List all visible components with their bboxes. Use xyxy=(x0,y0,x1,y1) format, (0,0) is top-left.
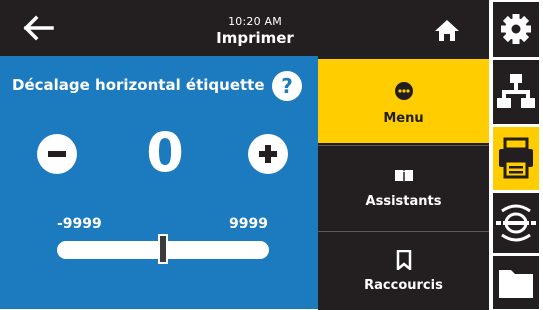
arrow-left-icon xyxy=(23,15,54,41)
printer-icon xyxy=(499,137,533,179)
gear-icon xyxy=(501,14,531,44)
plus-icon xyxy=(259,145,277,163)
network-icon xyxy=(497,74,535,108)
minus-icon xyxy=(48,151,66,157)
home-icon xyxy=(435,20,459,41)
sidebar-item-settings[interactable] xyxy=(493,2,539,57)
home-button[interactable] xyxy=(432,17,462,43)
parameter-title: Décalage horizontal étiquette xyxy=(12,76,265,94)
sidebar-item-network[interactable] xyxy=(493,60,539,124)
value-slider[interactable] xyxy=(57,234,269,264)
page-title: Imprimer xyxy=(216,29,294,47)
sidebar-item-rfid[interactable] xyxy=(493,193,539,253)
rfid-icon xyxy=(496,204,536,242)
clock-time: 10:20 AM xyxy=(228,15,282,28)
parameter-panel: Décalage horizontal étiquette ? 0 -9999 … xyxy=(0,56,318,309)
slider-thumb[interactable] xyxy=(158,234,168,264)
sidebar xyxy=(489,0,543,309)
folder-icon xyxy=(499,270,533,298)
dots-menu-icon xyxy=(395,82,413,100)
menu-item-label: Raccourcis xyxy=(364,278,443,293)
printer-screen: 10:20 AM Imprimer Décalage horizontal ét… xyxy=(0,0,543,310)
header-bar: 10:20 AM Imprimer xyxy=(0,0,489,56)
increase-button[interactable] xyxy=(248,134,288,174)
bookmark-icon xyxy=(396,250,412,270)
parameter-value: 0 xyxy=(146,121,184,184)
book-icon xyxy=(395,170,413,183)
back-button[interactable] xyxy=(22,14,56,42)
menu-item-menu[interactable]: Menu xyxy=(318,59,489,143)
sidebar-item-storage[interactable] xyxy=(493,256,539,309)
menu-column: Menu Assistants Raccourcis xyxy=(318,56,489,310)
menu-item-label: Menu xyxy=(383,111,424,126)
range-min-label: -9999 xyxy=(57,216,102,232)
menu-item-label: Assistants xyxy=(365,194,442,209)
decrease-button[interactable] xyxy=(37,134,77,174)
sidebar-item-print[interactable] xyxy=(493,127,539,190)
menu-item-shortcuts[interactable]: Raccourcis xyxy=(318,231,489,310)
range-max-label: 9999 xyxy=(229,216,268,232)
menu-item-assistants[interactable]: Assistants xyxy=(318,145,489,230)
help-button[interactable]: ? xyxy=(272,71,302,101)
